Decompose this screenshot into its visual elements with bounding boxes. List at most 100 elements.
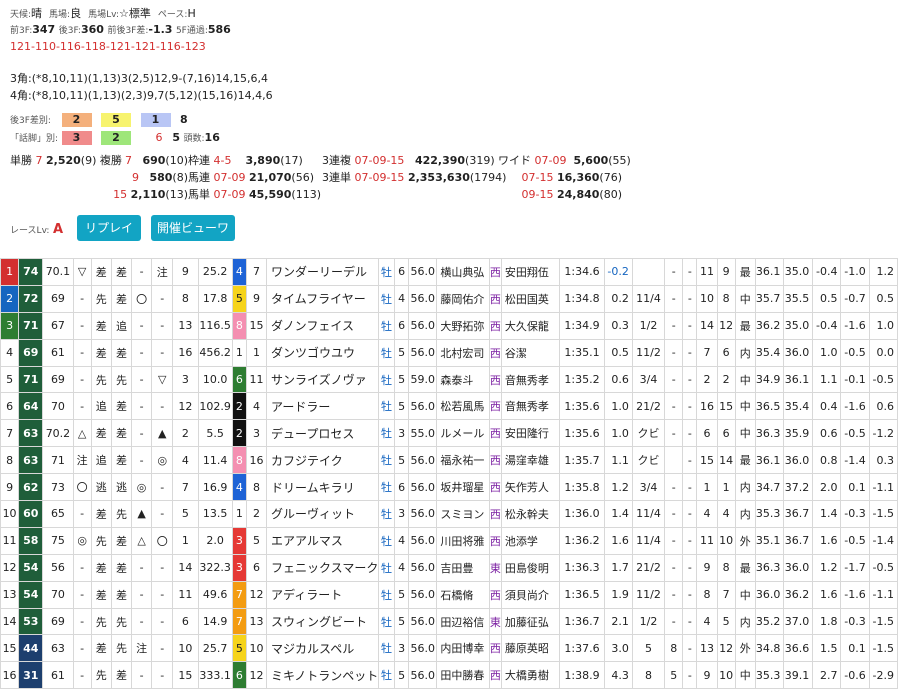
cell-p1 (664, 446, 684, 475)
cell-mark2: ◎ (131, 473, 153, 502)
table-row[interactable]: 15 44 63- 差先注 -10 25.7 5 10 マジカルスペル牡 3 56.0 内田博幸西藤原… (0, 634, 899, 663)
table-row[interactable]: 1 74 70.1 ▽ 差差 - 注 9 25.2 4 7 ワンダーリーデル牡 6 56.0 横山典弘西安田… (0, 258, 899, 286)
cell-mark2: △ (131, 526, 153, 555)
cell-time: 1:35.6 (559, 392, 605, 421)
cell-bias: -1.0 (840, 258, 870, 286)
cell-age: 6 (394, 473, 410, 502)
cell-umaban: 11 (245, 365, 268, 394)
cell-diff: -0.4 (812, 311, 842, 340)
cell-c3: 7 (696, 338, 718, 367)
table-row[interactable]: 12 54 56- 差差 - -14 322.3 3 6 フェニックスマーク牡 4 56.0 吉田豊東田… (0, 553, 899, 582)
cell-c3: 14 (696, 311, 718, 340)
cell-gap: 1/2 (631, 311, 666, 340)
cell-c3: 10 (696, 284, 718, 313)
cell-jockey: 内田博幸 (436, 634, 490, 663)
cell-horse[interactable]: アードラー (266, 392, 379, 421)
table-row[interactable]: 16 31 61- 先差 - -15 333.1 6 12 ミキノトランペット牡 5 56.0 田中勝春… (0, 661, 899, 689)
table-row[interactable]: 8 63 71 注追差 - ◎ 4 11.4 8 16 カフジテイク牡 5 56.0 福永祐一西湯窪幸雄 1… (0, 446, 899, 475)
cell-mark: △ (72, 419, 92, 448)
cell-rank: 2 (0, 284, 20, 313)
cell-horse[interactable]: スウィングビート (266, 607, 379, 636)
cell-style2: 先 (110, 607, 133, 636)
cell-pop: 4 (172, 446, 199, 475)
cell-gap: 11/4 (631, 500, 666, 528)
cell-adj: -1.1 (868, 580, 899, 609)
cell-p2: - (682, 526, 698, 555)
cell-pop: 7 (172, 473, 199, 502)
cell-base: 36.0 (783, 338, 814, 367)
cell-agari: 36.5 (754, 392, 785, 421)
cell-horse[interactable]: デュープロセス (266, 419, 379, 448)
cell-diff: 0.6 (812, 419, 842, 448)
cell-course: 中 (734, 580, 756, 609)
cell-horse[interactable]: アディラート (266, 580, 379, 609)
cell-gap: 11/2 (631, 338, 666, 367)
cell-course: 最 (734, 311, 756, 340)
cell-course: 最 (734, 446, 756, 475)
race-summary: 天候:晴 馬場:良 馬場Lv:☆標準 ペース:H 前3F:347 後3F:360… (0, 0, 900, 258)
cell-agari: 36.3 (754, 553, 785, 582)
replay-button[interactable]: リプレイ (77, 215, 141, 241)
cell-pop: 13 (172, 311, 199, 340)
cell-horse[interactable]: ミキノトランペット (266, 661, 379, 689)
cell-adj: 1.0 (868, 311, 899, 340)
last3f-box: 2 (61, 113, 92, 127)
table-row[interactable]: 9 62 73 〇逃逃 ◎ -7 16.9 4 8 ドリームキラリ牡 6 56.0 坂井瑠星西矢作芳人 1… (0, 473, 899, 502)
table-row[interactable]: 13 54 70- 差差 - -11 49.6 7 12 アディラート牡 5 56.0 石橋脩西須貝尚介… (0, 580, 899, 609)
cell-umaban: 12 (245, 661, 268, 689)
cell-rank: 3 (0, 311, 20, 340)
cell-jockey: 田中勝春 (436, 661, 490, 689)
cell-pop: 15 (172, 661, 199, 689)
cell-horse[interactable]: サンライズノヴァ (266, 365, 379, 394)
cell-horse[interactable]: タイムフライヤー (266, 284, 379, 313)
table-row[interactable]: 4 69 61- 差差 - -16 456.2 1 1 ダンツゴウユウ牡 5 56.0 北村宏司西谷潔 1… (0, 338, 899, 367)
cell-trainer: 安田隆行 (500, 419, 561, 448)
cell-mark3: - (151, 473, 174, 502)
table-row[interactable]: 10 60 65- 差先 ▲ -5 13.5 1 2 グルーヴィット牡 3 56.0 スミヨン西松永幹夫… (0, 500, 899, 528)
cell-trainer: 須貝尚介 (500, 580, 561, 609)
cell-index: 61 (42, 338, 74, 367)
cell-waku: 6 (231, 365, 247, 394)
cell-c4: 7 (716, 580, 736, 609)
cell-waku: 4 (231, 258, 247, 286)
table-row[interactable]: 2 72 69- 先差〇 -8 17.8 5 9 タイムフライヤー牡 4 56.0 藤岡佑介西松田国英… (0, 284, 899, 313)
cell-c3: 1 (696, 473, 718, 502)
cell-mark2: - (131, 311, 153, 340)
table-row[interactable]: 3 71 67- 差追 - -13 116.5 8 15 ダノンフェイス牡 6 56.0 大野拓弥西大久… (0, 311, 899, 340)
cell-horse[interactable]: マジカルスペル (266, 634, 379, 663)
cell-mark: - (72, 661, 92, 689)
table-row[interactable]: 14 53 69- 先先 - -6 14.9 7 13 スウィングビート牡 5 56.0 田辺裕信東加藤… (0, 607, 899, 636)
cell-lv: 63 (18, 419, 44, 448)
cell-rank: 7 (0, 419, 20, 448)
cell-diff: 2.0 (812, 473, 842, 502)
cell-horse[interactable]: ダンツゴウユウ (266, 338, 379, 367)
cell-horse[interactable]: ダノンフェイス (266, 311, 379, 340)
cell-agari: 35.3 (754, 661, 785, 689)
cell-horse[interactable]: エアアルマス (266, 526, 379, 555)
cell-area: 西 (488, 446, 502, 475)
corner3-positions: 3角:(*8,10,11)(1,13)3(2,5)12,9-(7,16)14,1… (10, 72, 268, 85)
cell-waku: 6 (231, 661, 247, 689)
cell-horse[interactable]: カフジテイク (266, 446, 379, 475)
cell-c4: 6 (716, 419, 736, 448)
cell-trainer: 矢作芳人 (500, 473, 561, 502)
cell-agari: 34.7 (754, 473, 785, 502)
table-row[interactable]: 6 64 70- 追差 - -12 102.9 2 4 アードラー牡 5 56.0 松若風馬西音無秀孝 1… (0, 392, 899, 421)
cell-horse[interactable]: グルーヴィット (266, 500, 379, 528)
cell-horse[interactable]: ドリームキラリ (266, 473, 379, 502)
cell-trainer: 谷潔 (500, 338, 561, 367)
cell-p2: - (682, 311, 698, 340)
corner4-positions: 4角:(*8,10,11)(1,13)(2,3)9,7(5,12)(15,16)… (10, 89, 273, 102)
kaisai-viewer-button[interactable]: 開催ビューワ (151, 215, 235, 241)
cell-base: 37.0 (783, 607, 814, 636)
cell-mark2: - (131, 661, 153, 689)
cell-horse[interactable]: フェニックスマーク (266, 553, 379, 582)
cell-horse[interactable]: ワンダーリーデル (266, 258, 379, 286)
table-row[interactable]: 11 58 75 ◎ 先差 △ 〇 1 2.0 3 5 エアアルマス牡 4 56.0 川田将雅西池添学 1:3… (0, 526, 899, 555)
cell-mark: - (72, 392, 92, 421)
cell-mark3: - (151, 580, 174, 609)
table-row[interactable]: 7 63 70.2 △ 差差 - ▲ 2 5.5 2 3 デュープロセス牡 3 55.0 ルメール西安田隆行… (0, 419, 899, 448)
cell-p2: - (682, 392, 698, 421)
cell-p1: - (664, 284, 684, 313)
table-row[interactable]: 5 71 69- 先先 - ▽ 3 10.0 6 11 サンライズノヴァ牡 5 59.0 森泰斗西音無秀孝… (0, 365, 899, 394)
